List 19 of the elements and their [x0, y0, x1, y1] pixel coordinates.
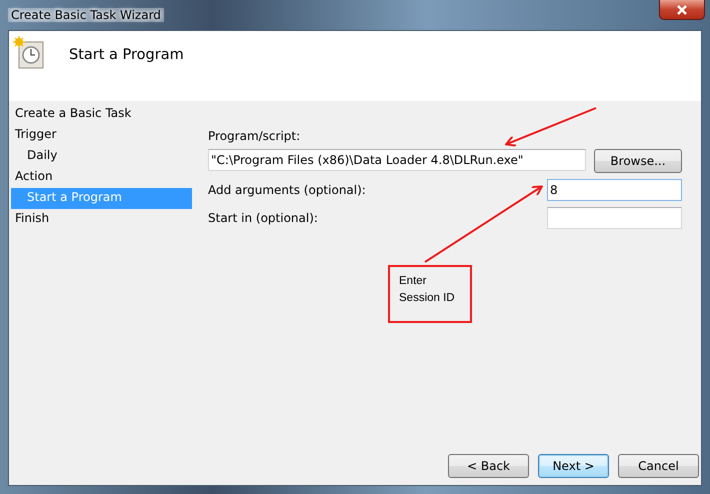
close-button[interactable]	[659, 0, 705, 20]
wizard-button[interactable]: < Back	[448, 454, 529, 478]
step-item[interactable]: Create a Basic Task	[11, 104, 192, 125]
field-label: Start in (optional):	[208, 211, 318, 225]
wizard-button[interactable]: Next >	[538, 454, 609, 478]
input-field[interactable]	[547, 207, 682, 229]
browse-button[interactable]: Browse...	[594, 149, 682, 173]
step-item[interactable]: Finish	[11, 209, 192, 230]
field-label: Add arguments (optional):	[208, 183, 366, 197]
step-item[interactable]: Trigger	[11, 125, 192, 146]
annotation-text: Enter Session ID	[399, 274, 456, 306]
step-item[interactable]: Daily	[11, 146, 192, 167]
close-icon	[676, 4, 688, 14]
input-field[interactable]: "C:\Program Files (x86)\Data Loader 4.8\DLRun.exe"	[208, 149, 586, 171]
page-title: Start a Program	[69, 47, 184, 63]
step-item[interactable]: Action	[11, 167, 192, 188]
wizard-button[interactable]: Cancel	[618, 454, 699, 478]
input-field[interactable]: 8	[547, 179, 682, 201]
field-label: Program/script:	[208, 129, 302, 143]
